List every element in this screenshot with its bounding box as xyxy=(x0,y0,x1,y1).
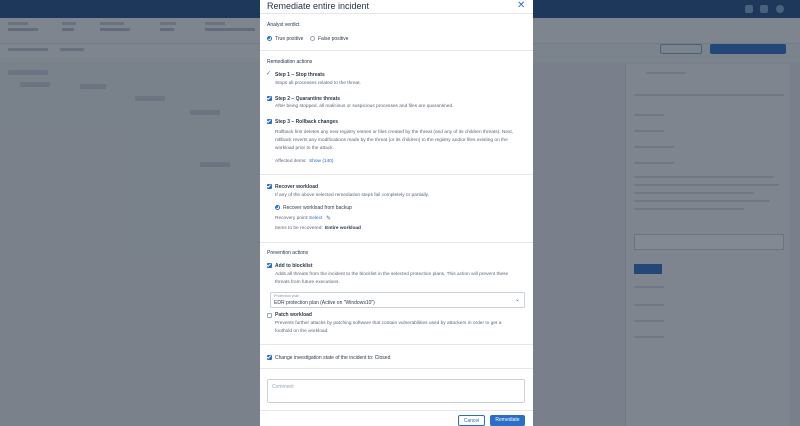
comment-textarea[interactable]: Comment xyxy=(267,379,525,403)
divider xyxy=(260,174,533,175)
close-icon[interactable]: ✕ xyxy=(517,0,525,11)
step3-description: Rollback first deletes any new registry … xyxy=(275,130,514,135)
recover-workload-description: If any of the above selected remediation… xyxy=(275,193,430,198)
patch-workload-description: foothold on the workload. xyxy=(275,329,329,334)
step1-title: Step 1 – Stop threats xyxy=(275,72,325,78)
step1-description: Stops all processes related to the threa… xyxy=(275,81,361,86)
step3-title: Step 3 – Rollback changes xyxy=(275,119,339,125)
recovery-point-label: Recovery point: xyxy=(275,216,309,221)
patch-workload-description: Prevents further attacks by patching sof… xyxy=(275,321,502,326)
recovery-point-select-link[interactable]: Select xyxy=(309,215,322,223)
check-icon: ✓ xyxy=(266,71,272,77)
false-positive-label: False positive xyxy=(318,36,349,42)
recover-workload-title: Recover workload xyxy=(275,184,319,190)
edit-pencil-icon[interactable]: ✎ xyxy=(326,215,331,222)
recover-from-backup-label: Recover workload from backup xyxy=(283,205,352,211)
prevention-actions-heading: Prevention actions xyxy=(267,250,309,256)
remediation-actions-heading: Remediation actions xyxy=(267,59,313,65)
comment-placeholder: Comment xyxy=(272,384,294,390)
step3-checkbox[interactable] xyxy=(267,119,272,124)
blocklist-description: threats from future executions. xyxy=(275,280,340,285)
patch-workload-checkbox[interactable] xyxy=(267,313,272,318)
step2-title: Step 2 – Quarantine threats xyxy=(275,96,341,102)
recover-from-backup-radio[interactable] xyxy=(275,205,280,210)
step3-description: workload prior to the attack. xyxy=(275,146,334,151)
divider xyxy=(260,368,533,369)
remediate-button[interactable]: Remediate xyxy=(490,415,525,426)
items-recovered-value: Entire workload xyxy=(325,226,361,231)
protection-plan-label: Protection plan xyxy=(274,294,300,298)
dialog-title: Remediate entire incident xyxy=(267,1,370,11)
true-positive-radio[interactable] xyxy=(267,36,272,41)
step3-description: rollback reverts any modifications made … xyxy=(275,138,508,143)
dialog-header: Remediate entire incident ✕ xyxy=(260,0,533,14)
affected-items-link[interactable]: Show (140) xyxy=(309,158,334,166)
divider xyxy=(260,50,533,51)
false-positive-radio[interactable] xyxy=(310,36,315,41)
analyst-verdict-heading: Analyst verdict xyxy=(267,22,300,28)
step2-description: After being stopped, all malicious or su… xyxy=(275,104,454,109)
divider xyxy=(260,410,533,411)
recover-workload-checkbox[interactable] xyxy=(267,184,272,189)
protection-plan-select[interactable]: Protection plan EDR protection plan (Act… xyxy=(270,292,525,308)
blocklist-description: Adds all threats from the incident to th… xyxy=(275,272,509,277)
chevron-down-icon: ⌄ xyxy=(514,297,520,303)
patch-workload-title: Patch workload xyxy=(275,312,312,318)
blocklist-title: Add to blocklist xyxy=(275,263,313,269)
investigation-state-label: Change investigation state of the incide… xyxy=(275,355,391,361)
step2-checkbox[interactable] xyxy=(267,96,272,101)
cancel-button[interactable]: Cancel xyxy=(458,415,485,426)
divider xyxy=(260,344,533,345)
true-positive-label: True positive xyxy=(275,36,304,42)
divider xyxy=(260,242,533,243)
blocklist-checkbox[interactable] xyxy=(267,263,272,268)
protection-plan-value: EDR protection plan (Active on "Windows1… xyxy=(274,300,375,306)
items-recovered-label: Items to be recovered: xyxy=(275,226,323,231)
affected-items-label: Affected items: xyxy=(275,159,307,164)
investigation-state-checkbox[interactable] xyxy=(267,355,272,360)
